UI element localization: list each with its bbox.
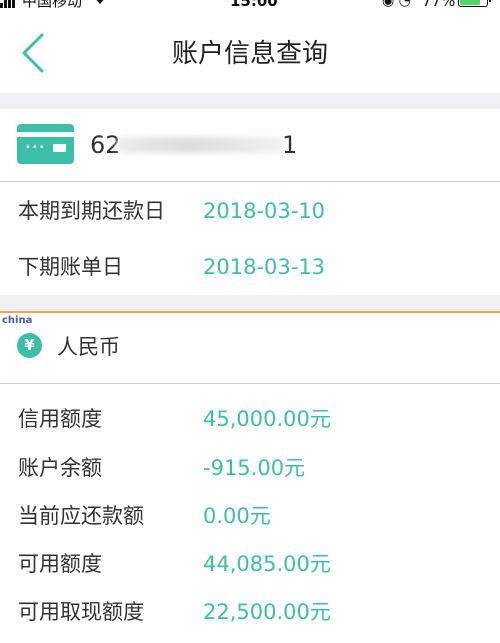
location-icon: ◉ [382,0,395,9]
next-bill-date-label: 下期账单日 [18,255,123,279]
account-balance-label: 账户余额 [18,456,102,480]
alarm-icon: ◔ [398,0,411,9]
due-date-value: 2018-03-10 [203,199,326,223]
current-payment-due-value: 0.00元 [203,504,271,528]
credit-limit-value: 45,000.00元 [203,407,331,431]
divider [0,181,500,182]
orange-separator [0,311,500,313]
card-number-mask [116,137,286,153]
due-date-label: 本期到期还款日 [18,199,165,223]
carrier-name: 中国移动 [22,0,83,10]
battery-icon [458,0,491,7]
navigation-bar: 账户信息查询 [0,12,500,93]
signal-icon [0,0,20,8]
card-info-section: ••• 62 1 本期到期还款日 2018-03-10 下期账单日 2018-0… [0,109,500,295]
credit-card-icon: ••• [17,124,74,164]
wifi-icon [92,0,108,12]
page-title: 账户信息查询 [171,39,328,69]
account-section: ¥ 人民币 信用额度 45,000.00元 账户余额 -915.00元 当前应还… [0,313,500,643]
card-number-suffix: 1 [282,131,298,159]
battery-percent: 77% [422,0,456,10]
available-cash-limit-label: 可用取现额度 [18,600,144,624]
available-credit-label: 可用额度 [18,552,102,576]
currency-row: ¥ 人民币 [0,313,500,383]
status-bar: 中国移动 15:00 ◉ ◔ 77% [0,0,500,12]
card-row[interactable]: ••• 62 1 [0,109,500,181]
available-credit-value: 44,085.00元 [203,552,331,576]
account-balance-value: -915.00元 [203,456,306,480]
status-time: 15:00 [230,0,278,10]
available-cash-limit-value: 22,500.00元 [203,600,331,624]
yuan-icon: ¥ [17,333,42,358]
currency-name: 人民币 [57,335,120,359]
next-bill-date-value: 2018-03-13 [203,255,326,279]
current-payment-due-label: 当前应还款额 [18,504,144,528]
credit-limit-label: 信用额度 [18,407,102,431]
divider [0,383,500,384]
watermark-text: china [2,315,33,326]
